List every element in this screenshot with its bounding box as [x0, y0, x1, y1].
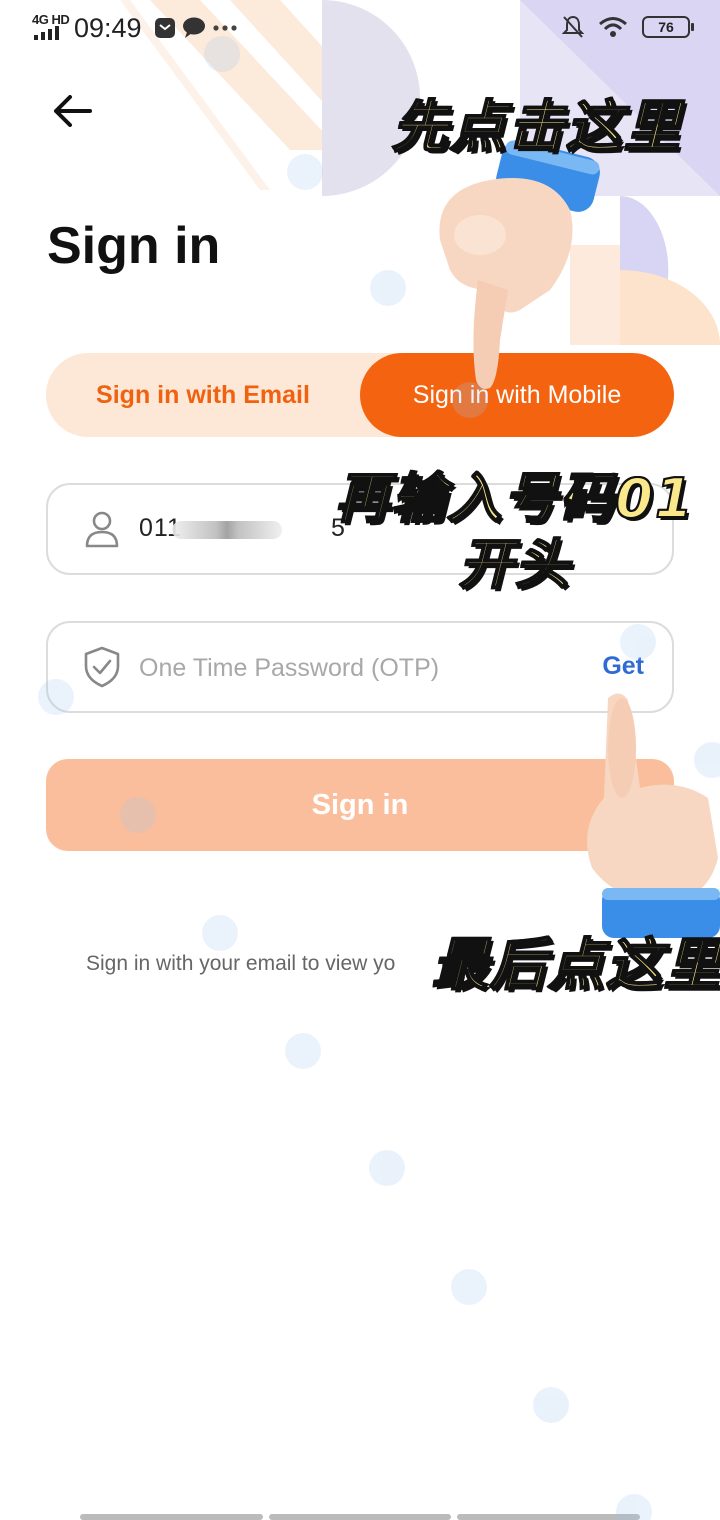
page-title: Sign in: [47, 217, 221, 275]
annotation-step-1: 先点击这里: [391, 94, 682, 161]
annotation-step-2-line-1: 再输入号码01: [334, 466, 695, 531]
pointing-hand-icon: [587, 693, 720, 938]
back-button[interactable]: [44, 88, 100, 134]
home-indicator: [80, 1514, 641, 1520]
annotation-step-2-line-2: 开头: [458, 532, 571, 597]
battery-indicator: 76: [642, 16, 694, 38]
bell-off-icon: [562, 15, 584, 38]
clock: 09:49: [74, 13, 142, 43]
annotation-step-2: 再输入号码01 开头: [330, 466, 700, 598]
status-bar: 4G HD 09:49 76: [0, 0, 720, 58]
get-otp-button[interactable]: Get: [602, 652, 644, 681]
user-icon: [82, 509, 122, 549]
signal-icon: [34, 26, 59, 40]
otp-placeholder: One Time Password (OTP): [139, 654, 440, 682]
shield-check-icon: [82, 646, 122, 688]
message-box-icon: [155, 18, 175, 38]
annotation-step-3: 最后点这里: [431, 932, 720, 999]
arrow-left-icon: [54, 95, 92, 127]
pointing-hand-icon: [439, 140, 600, 389]
chat-bubble-icon: [183, 17, 205, 38]
more-dots-icon: [213, 25, 237, 31]
tab-email[interactable]: Sign in with Email: [46, 353, 360, 437]
blurred-number: [172, 521, 282, 539]
sign-in-hint: Sign in with your email to view yo: [86, 952, 396, 975]
wifi-icon: [599, 17, 627, 37]
network-type: 4G HD: [32, 12, 70, 27]
